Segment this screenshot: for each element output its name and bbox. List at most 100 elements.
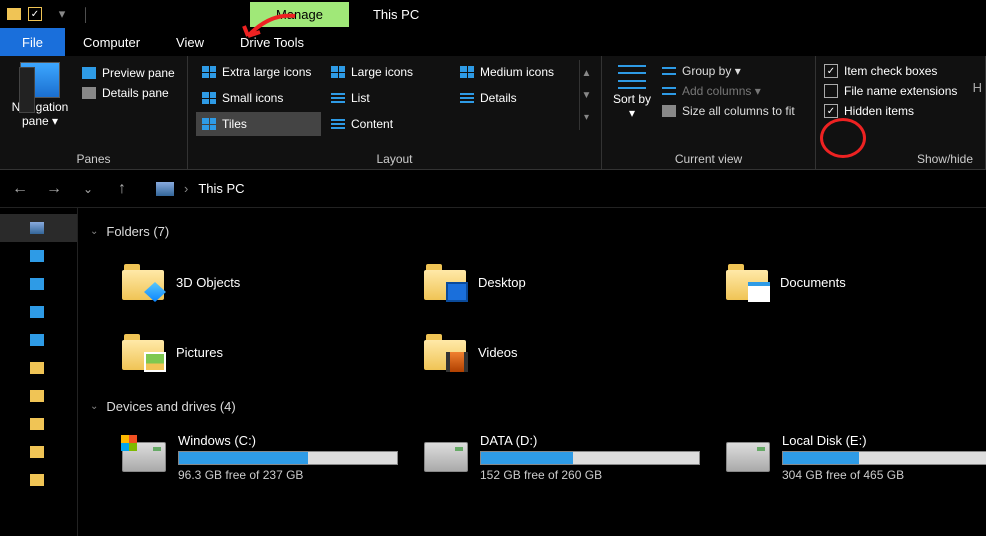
sidebar-item[interactable] [0, 270, 77, 298]
folder-qat-icon[interactable] [4, 4, 24, 24]
drive-name: Local Disk (E:) [782, 433, 986, 448]
drive-icon [726, 442, 770, 472]
details-pane-icon [82, 87, 96, 99]
sort-by-label: Sort by ▾ [610, 92, 654, 120]
checkbox-qat-icon[interactable] [28, 4, 48, 24]
grid-icon [202, 92, 216, 104]
current-view-group-label: Current view [610, 150, 807, 167]
add-columns-button[interactable]: Add columns ▾ [662, 84, 795, 98]
layout-extra-large[interactable]: Extra large icons [196, 60, 321, 84]
list-icon [331, 92, 345, 104]
chevron-right-icon: › [184, 181, 188, 196]
drive-free-text: 96.3 GB free of 237 GB [178, 468, 412, 482]
back-button[interactable]: ← [8, 180, 32, 198]
sidebar-item[interactable] [0, 242, 77, 270]
folder-tile-desktop[interactable]: Desktop [424, 249, 714, 315]
sidebar-item[interactable] [0, 298, 77, 326]
generic-icon [30, 334, 44, 346]
drive-tile-d[interactable]: DATA (D:) 152 GB free of 260 GB [424, 424, 714, 490]
navigation-tree[interactable] [0, 208, 78, 536]
grid-icon [202, 118, 216, 130]
breadcrumb[interactable]: This PC [198, 181, 244, 196]
grid-icon [460, 66, 474, 78]
manage-context-tab[interactable]: Manage [250, 2, 349, 27]
sidebar-item[interactable] [0, 410, 77, 438]
sidebar-item[interactable] [0, 354, 77, 382]
folders-section-label: Folders (7) [106, 224, 169, 239]
size-columns-button[interactable]: Size all columns to fit [662, 104, 795, 118]
drive-icon [424, 442, 468, 472]
sidebar-item[interactable] [0, 466, 77, 494]
navigation-pane-label: Navigation pane ▾ [8, 100, 72, 128]
sidebar-item[interactable] [0, 326, 77, 354]
history-dropdown[interactable]: ⌄ [76, 182, 100, 196]
group-icon [662, 65, 676, 77]
preview-pane-button[interactable]: Preview pane [82, 66, 175, 80]
layout-details[interactable]: Details [454, 86, 579, 110]
grid-icon [202, 66, 216, 78]
details-pane-button[interactable]: Details pane [82, 86, 175, 100]
pc-icon [30, 222, 44, 234]
layout-content[interactable]: Content [325, 112, 450, 136]
hidden-items-toggle[interactable]: Hidden items [824, 104, 914, 118]
chevron-down-icon: ⌄ [90, 401, 98, 412]
folder-tile-3d-objects[interactable]: 3D Objects [122, 249, 412, 315]
generic-icon [30, 306, 44, 318]
layout-scroll-more[interactable]: ▾ [580, 106, 593, 128]
panes-group-label: Panes [8, 150, 179, 167]
drive-tile-e[interactable]: Local Disk (E:) 304 GB free of 465 GB [726, 424, 986, 490]
file-extensions-toggle[interactable]: File name extensions [824, 84, 957, 98]
preview-pane-icon [82, 67, 96, 79]
details-pane-label: Details pane [102, 86, 169, 100]
separator-icon: │ [76, 4, 96, 24]
folder-icon [122, 334, 164, 370]
folder-tile-documents[interactable]: Documents [726, 249, 986, 315]
tile-label: Documents [780, 275, 846, 290]
drives-section-label: Devices and drives (4) [106, 399, 235, 414]
folder-tile-videos[interactable]: Videos [424, 319, 714, 385]
drives-section-header[interactable]: ⌄ Devices and drives (4) [82, 395, 982, 418]
dropdown-qat-icon[interactable]: ▾ [52, 4, 72, 24]
layout-tiles[interactable]: Tiles [196, 112, 321, 136]
layout-group-label: Layout [196, 150, 593, 167]
address-bar[interactable]: › This PC [144, 181, 245, 196]
folder-icon [424, 264, 466, 300]
drive-icon [122, 442, 166, 472]
tab-computer[interactable]: Computer [65, 28, 158, 56]
tab-drive-tools[interactable]: Drive Tools [222, 28, 322, 56]
generic-icon [30, 250, 44, 262]
item-checkboxes-toggle[interactable]: Item check boxes [824, 64, 937, 78]
layout-scroll-down[interactable]: ▼ [580, 84, 593, 106]
grid-icon [331, 66, 345, 78]
folder-icon [122, 264, 164, 300]
drive-free-text: 304 GB free of 465 GB [782, 468, 986, 482]
sort-by-button[interactable]: Sort by ▾ [610, 60, 654, 120]
sidebar-item[interactable] [0, 382, 77, 410]
group-by-button[interactable]: Group by ▾ [662, 64, 795, 78]
navigation-pane-icon [20, 62, 60, 98]
folders-section-header[interactable]: ⌄ Folders (7) [82, 220, 982, 243]
layout-small[interactable]: Small icons [196, 86, 321, 110]
tab-file[interactable]: File [0, 28, 65, 56]
navigation-pane-button[interactable]: Navigation pane ▾ [8, 60, 72, 128]
tile-label: 3D Objects [176, 275, 240, 290]
generic-icon [30, 278, 44, 290]
sidebar-item[interactable] [0, 214, 77, 242]
forward-button[interactable]: → [42, 180, 66, 198]
tile-label: Videos [478, 345, 518, 360]
capacity-bar [480, 451, 700, 465]
folder-tile-pictures[interactable]: Pictures [122, 319, 412, 385]
drive-tile-c[interactable]: Windows (C:) 96.3 GB free of 237 GB [122, 424, 412, 490]
list-icon [331, 118, 345, 130]
tile-label: Pictures [176, 345, 223, 360]
layout-medium[interactable]: Medium icons [454, 60, 579, 84]
up-button[interactable]: ↑ [110, 180, 134, 198]
showhide-group-label: Show/hide [824, 150, 977, 167]
tab-view[interactable]: View [158, 28, 222, 56]
layout-scroll-up[interactable]: ▲ [580, 62, 593, 84]
layout-large[interactable]: Large icons [325, 60, 450, 84]
sidebar-item[interactable] [0, 438, 77, 466]
truncated-button[interactable]: H [973, 80, 982, 95]
layout-list[interactable]: List [325, 86, 450, 110]
drive-name: DATA (D:) [480, 433, 714, 448]
